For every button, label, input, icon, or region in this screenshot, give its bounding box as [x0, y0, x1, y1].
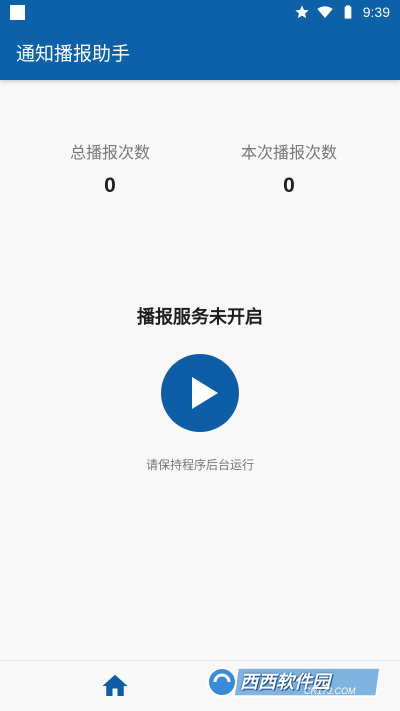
status-icons: 9:39 [294, 2, 390, 22]
play-icon [192, 377, 218, 409]
current-broadcast-count: 0 [283, 174, 295, 197]
stats-panel: 总播报次数 0 本次播报次数 0 [0, 140, 400, 210]
notification-square-icon [10, 5, 25, 20]
current-broadcast-label: 本次播报次数 [240, 143, 337, 162]
star-icon [295, 5, 309, 19]
total-broadcast-count: 0 [104, 174, 116, 197]
current-broadcast-stat: 本次播报次数 0 [199, 140, 379, 198]
status-bar: 9:39 [0, 0, 400, 24]
home-icon [102, 674, 128, 696]
app-bar: 通知播报助手 [0, 24, 400, 80]
app-title: 通知播报助手 [16, 42, 131, 65]
background-run-hint: 请保持程序后台运行 [145, 458, 254, 472]
nav-home-button[interactable] [100, 671, 130, 701]
watermark-subtext: CR173.COM [304, 686, 356, 696]
watermark-logo: 西西软件园 CR173.COM [204, 662, 382, 702]
battery-icon [344, 5, 352, 19]
status-time: 9:39 [362, 4, 390, 20]
total-broadcast-stat: 总播报次数 0 [20, 140, 200, 198]
wifi-icon [317, 6, 333, 18]
start-service-button[interactable] [161, 354, 239, 432]
service-status-text: 播报服务未开启 [137, 307, 263, 328]
total-broadcast-label: 总播报次数 [69, 143, 150, 162]
